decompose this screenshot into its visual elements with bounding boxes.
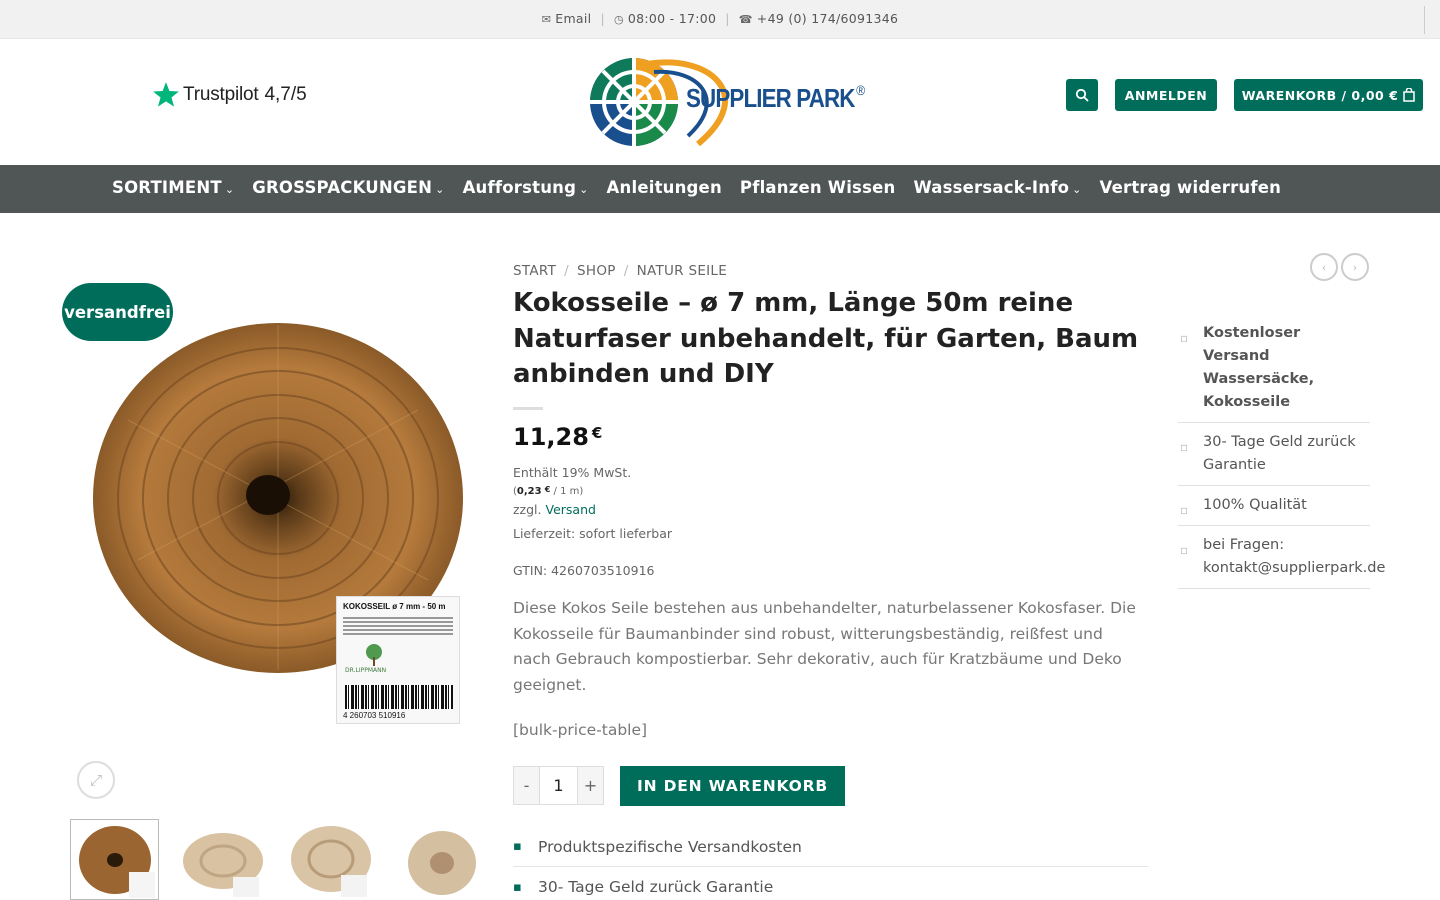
trustpilot-widget[interactable]: Trustpilot 4,7/5 xyxy=(152,80,307,110)
product-price: 11,28 € xyxy=(513,423,603,451)
product-label: KOKOSSEIL ø 7 mm - 50 m DR.LIPPMANN 4 26… xyxy=(336,596,460,724)
thumbnail-4[interactable] xyxy=(394,819,480,900)
sidebar-benefits: ▫ Kostenloser Versand Wassersäcke, Kokoss… xyxy=(1178,318,1385,589)
nav-item-wassersack-info[interactable]: Wassersack-Info ⌄ xyxy=(913,178,1081,197)
trustpilot-score: 4,7/5 xyxy=(264,84,307,105)
main-menu: SORTIMENT ⌄ GROSSPACKUNGEN ⌄ Aufforstung ⌄ … xyxy=(112,178,1299,197)
trustpilot-star-icon xyxy=(153,82,179,107)
thumbnail-3[interactable] xyxy=(286,819,375,900)
site-header: Trustpilot 4,7/5 SUPPLIER PARK ® ANMELDEN xyxy=(0,39,1440,165)
vat-info: Enthält 19% MwSt. xyxy=(513,465,632,480)
refresh-icon: ▫ xyxy=(1180,440,1189,454)
delivery-time: Lieferzeit: sofort lieferbar xyxy=(513,526,672,541)
zoom-button[interactable]: ⤢ xyxy=(77,761,115,799)
chevron-down-icon: ⌄ xyxy=(224,183,235,196)
cart-button[interactable]: WARENKORB / 0,00 € xyxy=(1234,79,1423,111)
shipping-info: zzgl. Versand xyxy=(513,502,596,517)
add-to-cart-button[interactable]: IN DEN WARENKORB xyxy=(620,766,845,806)
nav-item-sortiment[interactable]: SORTIMENT ⌄ xyxy=(112,178,234,197)
truck-icon: ▫ xyxy=(1180,331,1189,345)
topbar-divider xyxy=(1424,6,1425,34)
badge-icon: ▫ xyxy=(1180,503,1189,517)
unit-price: (0,23 € / 1 m) xyxy=(513,485,584,497)
login-button[interactable]: ANMELDEN xyxy=(1115,79,1217,111)
envelope-icon: ▫ xyxy=(1180,543,1189,557)
breadcrumb-category[interactable]: NATUR SEILE xyxy=(637,263,728,279)
sidebar-item-quality: ▫ 100% Qualität xyxy=(1178,486,1370,526)
nav-item-pflanzen-wissen[interactable]: Pflanzen Wissen xyxy=(740,178,896,197)
topbar-email-link[interactable]: ✉ Email xyxy=(542,11,592,26)
breadcrumb-shop[interactable]: SHOP xyxy=(577,263,616,279)
feature-shipping-costs: ▪ Produktspezifische Versandkosten xyxy=(513,827,1148,867)
envelope-icon: ✉ xyxy=(541,13,552,26)
thumbnail-2[interactable] xyxy=(178,819,267,900)
truck-icon: ▪ xyxy=(513,839,522,854)
chevron-down-icon: ⌄ xyxy=(579,183,589,196)
site-logo[interactable]: SUPPLIER PARK ® xyxy=(588,54,865,151)
sidebar-item-free-shipping: ▫ Kostenloser Versand Wassersäcke, Kokoss… xyxy=(1178,318,1370,423)
top-bar-contacts: ✉ Email | ◷ 08:00 - 17:00 | ☎ +49 (0) 174/60913… xyxy=(0,11,1440,26)
thumbnail-1[interactable] xyxy=(70,819,159,900)
chevron-right-icon: › xyxy=(1352,260,1358,274)
breadcrumb-start[interactable]: START xyxy=(513,263,556,279)
topbar-separator: | xyxy=(725,11,730,26)
topbar-separator: | xyxy=(600,11,605,26)
nav-item-aufforstung[interactable]: Aufforstung ⌄ xyxy=(463,178,589,197)
sidebar-divider xyxy=(1178,588,1370,589)
trustpilot-name: Trustpilot xyxy=(183,84,259,105)
shopping-bag-icon xyxy=(1403,88,1416,102)
topbar-hours: ◷ 08:00 - 17:00 xyxy=(613,11,717,26)
breadcrumb: START / SHOP / NATUR SEILE xyxy=(513,263,728,279)
previous-product-button[interactable]: ‹ xyxy=(1310,253,1338,281)
phone-icon: ☎ xyxy=(738,13,753,26)
topbar-phone-link[interactable]: ☎ +49 (0) 174/6091346 xyxy=(739,11,899,26)
sidebar-item-contact[interactable]: ▫ bei Fragen: kontakt@supplierpark.de xyxy=(1178,526,1393,588)
product-description: Diese Kokos Seile bestehen aus unbehande… xyxy=(513,599,1136,695)
free-shipping-badge: versandfrei xyxy=(62,283,173,341)
main-navigation: SORTIMENT ⌄ GROSSPACKUNGEN ⌄ Aufforstung ⌄ … xyxy=(0,165,1440,213)
nav-item-grosspackungen[interactable]: GROSSPACKUNGEN ⌄ xyxy=(252,178,444,197)
sidebar-item-money-back: ▫ 30- Tage Geld zurück Garantie xyxy=(1178,423,1370,486)
logo-text: SUPPLIER PARK ® xyxy=(686,82,865,113)
tree-logo-icon xyxy=(366,644,382,666)
search-button[interactable] xyxy=(1066,79,1098,111)
product-thumbnails xyxy=(70,819,480,900)
nav-item-anleitungen[interactable]: Anleitungen xyxy=(607,178,722,197)
chevron-down-icon: ⌄ xyxy=(1072,183,1082,196)
quantity-decrease-button[interactable]: - xyxy=(514,767,539,804)
clock-icon: ◷ xyxy=(613,13,624,26)
chevron-down-icon: ⌄ xyxy=(435,183,445,196)
chevron-left-icon: ‹ xyxy=(1321,260,1327,274)
refresh-icon: ▪ xyxy=(513,879,522,895)
quantity-input[interactable]: 1 xyxy=(539,767,578,804)
product-title: Kokosseile – ø 7 mm, Länge 50m reine Nat… xyxy=(513,288,1139,389)
quantity-increase-button[interactable]: + xyxy=(578,767,603,804)
search-icon xyxy=(1075,88,1089,102)
barcode xyxy=(345,685,453,709)
gtin: GTIN: 4260703510916 xyxy=(513,563,655,578)
feature-money-back: ▪ 30- Tage Geld zurück Garantie xyxy=(513,878,774,896)
quantity-stepper: - 1 + xyxy=(513,766,604,805)
top-bar: ✉ Email | ◷ 08:00 - 17:00 | ☎ +49 (0) 174/60913… xyxy=(0,0,1440,39)
nav-item-vertrag-widerrufen[interactable]: Vertrag widerrufen xyxy=(1100,178,1282,197)
zoom-icon: ⤢ xyxy=(89,771,102,789)
title-divider xyxy=(513,407,543,410)
shipping-link[interactable]: Versand xyxy=(545,502,595,517)
next-product-button[interactable]: › xyxy=(1341,253,1369,281)
bulk-price-table: [bulk-price-table] xyxy=(513,721,648,739)
